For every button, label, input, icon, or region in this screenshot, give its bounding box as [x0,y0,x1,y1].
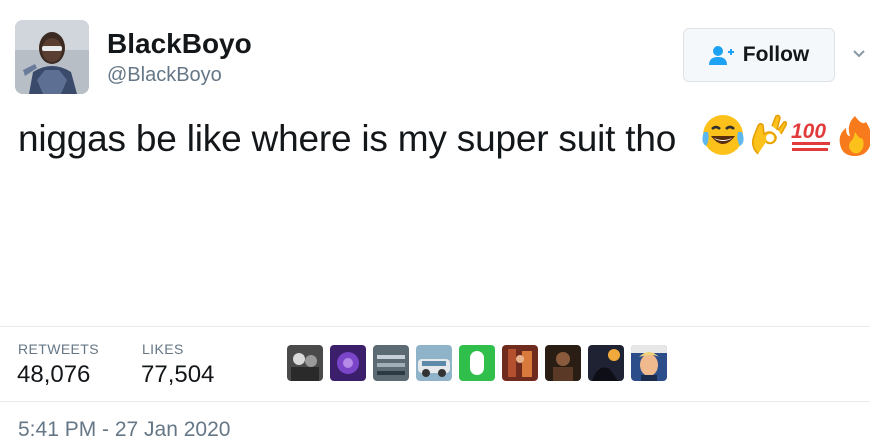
fire-icon [839,116,870,156]
ok-hand-icon [751,114,787,155]
hundred-points-icon: 100 [791,120,830,151]
svg-text:100: 100 [791,120,826,143]
stats-bottom-divider [0,401,870,402]
liker-avatar[interactable] [545,345,581,381]
avatar[interactable] [15,20,89,94]
liker-avatar[interactable] [502,345,538,381]
face-with-tears-of-joy-icon [702,115,744,155]
follow-button-label: Follow [742,43,810,66]
liker-avatar[interactable] [373,345,409,381]
liker-avatar[interactable] [588,345,624,381]
likes-label: LIKES [142,341,184,357]
liker-avatar[interactable] [459,345,495,381]
chevron-down-icon[interactable] [851,46,867,62]
user-handle[interactable]: @BlackBoyo [107,64,222,87]
likes-count[interactable]: 77,504 [141,361,214,389]
display-name[interactable]: BlackBoyo [107,28,252,60]
retweets-count[interactable]: 48,076 [17,361,90,389]
tweet-text: niggas be like where is my super suit th… [18,118,677,159]
liker-avatar[interactable] [416,345,452,381]
stats-top-divider [0,326,870,327]
follow-button[interactable]: Follow [683,28,835,82]
avatar-image [15,20,89,94]
add-user-icon [708,46,734,65]
tweet-timestamp[interactable]: 5:41 PM - 27 Jan 2020 [18,418,230,442]
liker-avatar[interactable] [330,345,366,381]
retweets-label: RETWEETS [18,341,99,357]
liker-avatar[interactable] [287,345,323,381]
liker-avatar[interactable] [631,345,667,381]
